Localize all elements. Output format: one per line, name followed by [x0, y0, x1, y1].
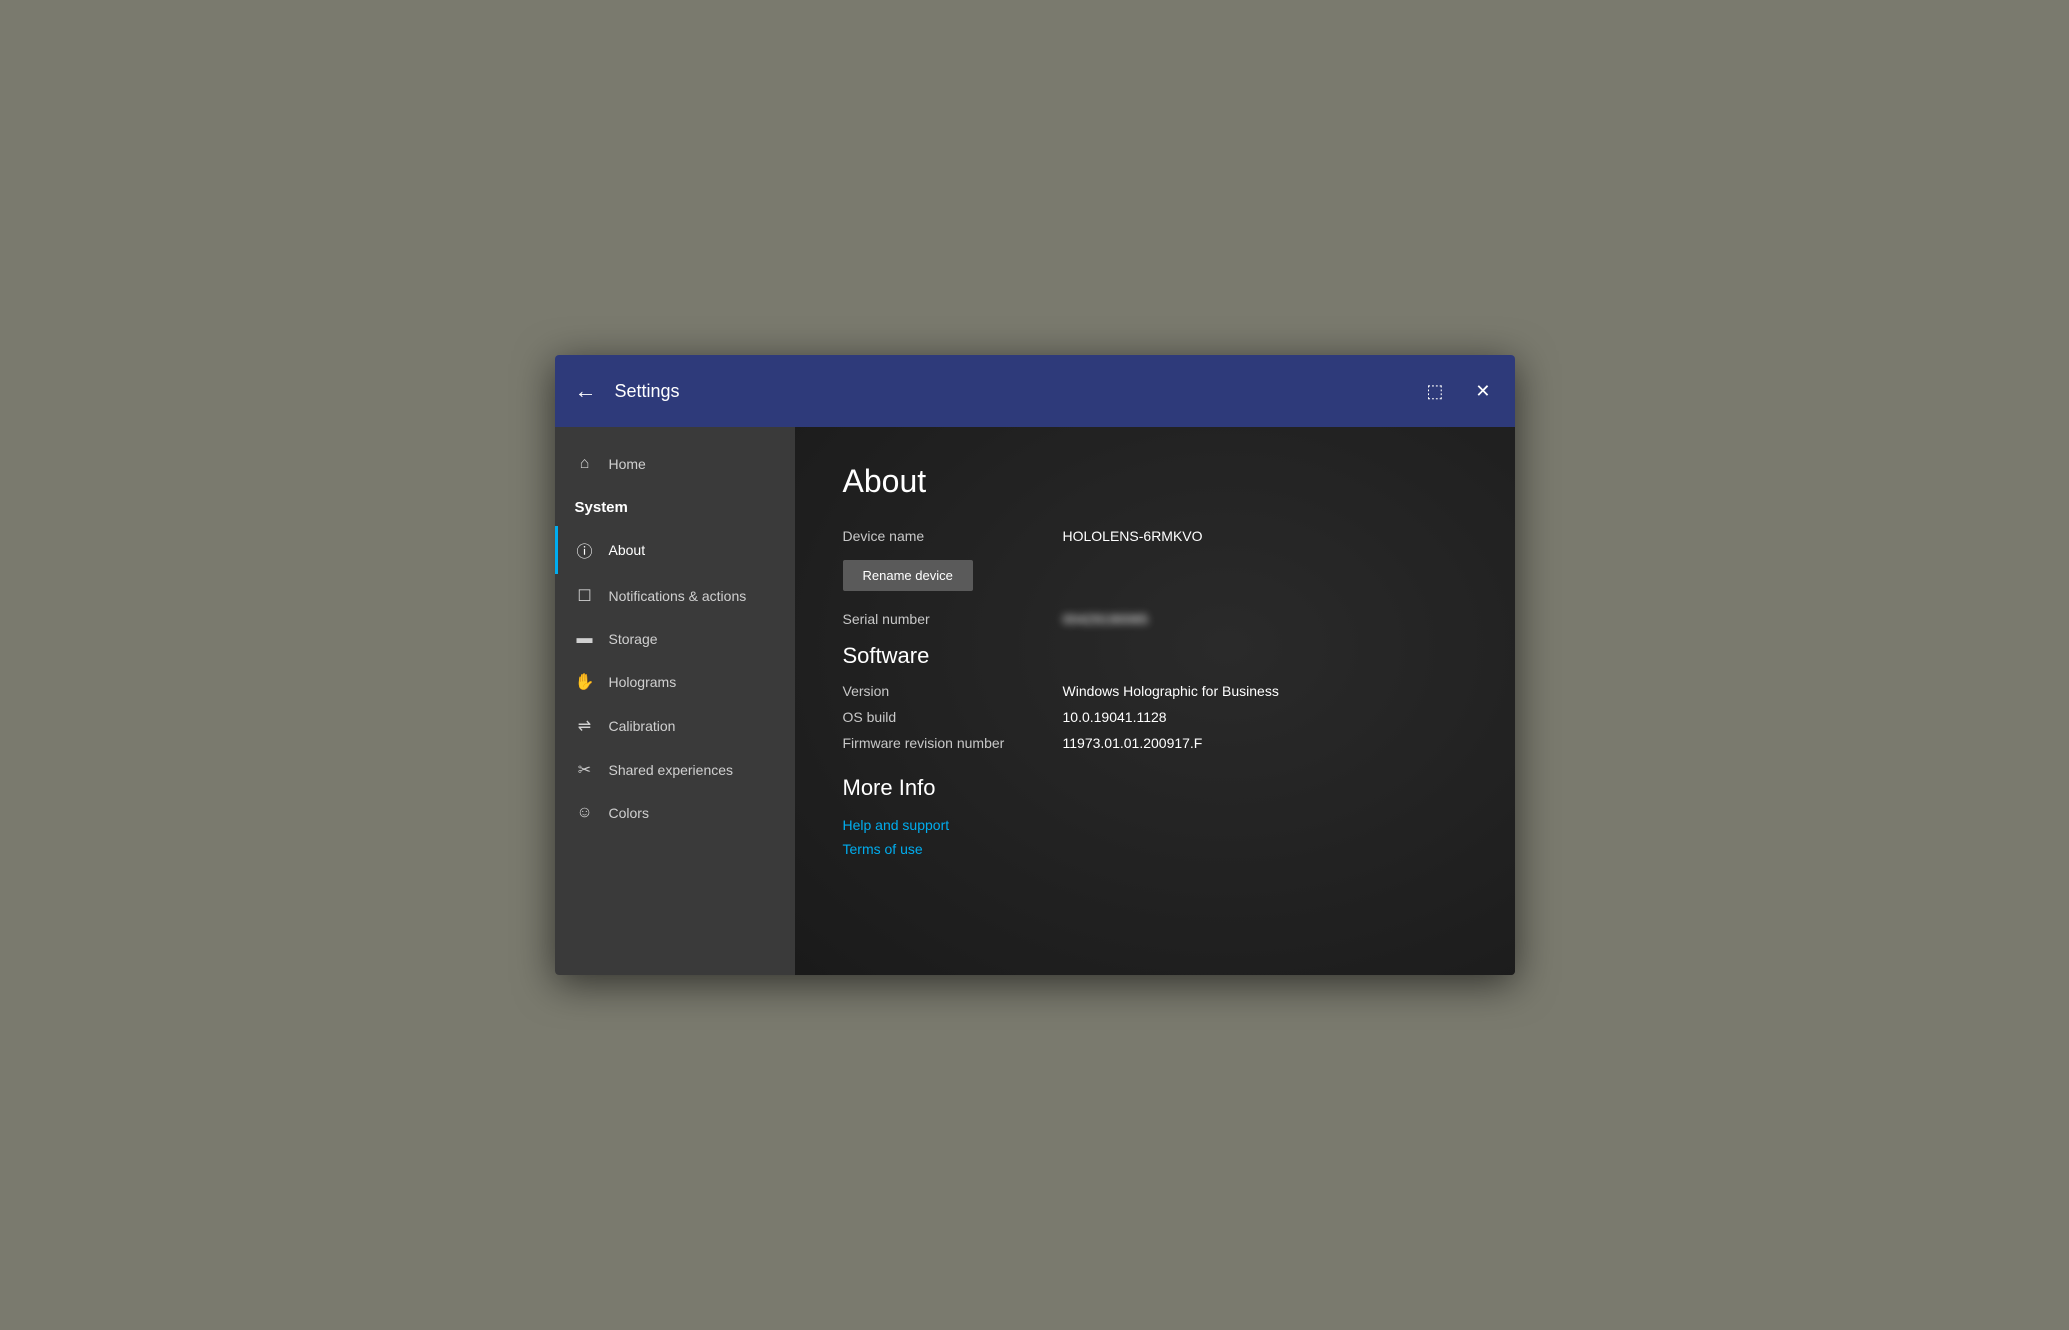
content-area: About Device name HOLOLENS-6RMKVO Rename…	[795, 427, 1515, 975]
sidebar-item-shared[interactable]: ✂ Shared experiences	[555, 748, 795, 792]
os-build-row: OS build 10.0.19041.1128	[843, 709, 1467, 725]
sidebar-item-calibration[interactable]: ⇌ Calibration	[555, 704, 795, 748]
titlebar: ← Settings ⬚ ✕	[555, 355, 1515, 427]
sidebar-colors-label: Colors	[609, 805, 649, 821]
sidebar-system-header: System	[555, 485, 795, 526]
software-section: Software Version Windows Holographic for…	[843, 643, 1467, 751]
version-label: Version	[843, 683, 1063, 699]
sidebar-notifications-label: Notifications & actions	[609, 588, 747, 604]
sidebar-item-home[interactable]: ⌂ Home	[555, 443, 795, 485]
os-build-label: OS build	[843, 709, 1063, 725]
sidebar-item-storage[interactable]: ▬ Storage	[555, 618, 795, 660]
calibration-icon: ⇌	[575, 716, 595, 736]
sidebar-holograms-label: Holograms	[609, 674, 677, 690]
help-and-support-link[interactable]: Help and support	[843, 817, 1467, 833]
more-info-heading: More Info	[843, 775, 1467, 801]
software-heading: Software	[843, 643, 1467, 669]
sidebar-home-label: Home	[609, 456, 646, 472]
sidebar-shared-label: Shared experiences	[609, 762, 734, 778]
shared-icon: ✂	[575, 760, 595, 780]
home-icon: ⌂	[575, 455, 595, 473]
holograms-icon: ✋	[575, 672, 595, 692]
sidebar-item-colors[interactable]: ☺ Colors	[555, 792, 795, 834]
device-name-row: Device name HOLOLENS-6RMKVO	[843, 528, 1467, 544]
serial-number-label: Serial number	[843, 611, 1063, 627]
sidebar-item-holograms[interactable]: ✋ Holograms	[555, 660, 795, 704]
storage-icon: ▬	[575, 630, 595, 648]
main-area: ⌂ Home System ⓘ About ☐ Notifications & …	[555, 427, 1515, 975]
firmware-value: 11973.01.01.200917.F	[1063, 735, 1203, 751]
close-button[interactable]: ✕	[1471, 378, 1494, 404]
sidebar-storage-label: Storage	[609, 631, 658, 647]
back-button[interactable]: ←	[575, 380, 597, 402]
about-icon: ⓘ	[575, 538, 595, 562]
titlebar-title: Settings	[615, 381, 1423, 402]
firmware-label: Firmware revision number	[843, 735, 1063, 751]
sidebar-item-notifications[interactable]: ☐ Notifications & actions	[555, 574, 795, 618]
window-snap-button[interactable]: ⬚	[1422, 378, 1447, 404]
colors-icon: ☺	[575, 804, 595, 822]
sidebar: ⌂ Home System ⓘ About ☐ Notifications & …	[555, 427, 795, 975]
sidebar-system-label: System	[575, 499, 628, 516]
version-value: Windows Holographic for Business	[1063, 683, 1279, 699]
page-title: About	[843, 463, 1467, 500]
sidebar-item-about[interactable]: ⓘ About	[555, 526, 795, 574]
sidebar-about-label: About	[609, 542, 646, 558]
rename-device-button[interactable]: Rename device	[843, 560, 973, 591]
terms-of-use-link[interactable]: Terms of use	[843, 841, 1467, 857]
device-name-value: HOLOLENS-6RMKVO	[1063, 528, 1203, 544]
settings-window: ← Settings ⬚ ✕ ⌂ Home System ⓘ About	[555, 355, 1515, 975]
device-name-label: Device name	[843, 528, 1063, 544]
serial-number-row: Serial number 00429190065	[843, 611, 1467, 627]
firmware-row: Firmware revision number 11973.01.01.200…	[843, 735, 1467, 751]
os-build-value: 10.0.19041.1128	[1063, 709, 1167, 725]
notifications-icon: ☐	[575, 586, 595, 606]
version-row: Version Windows Holographic for Business	[843, 683, 1467, 699]
sidebar-calibration-label: Calibration	[609, 718, 676, 734]
serial-number-value: 00429190065	[1063, 611, 1149, 627]
titlebar-controls: ⬚ ✕	[1422, 378, 1494, 404]
